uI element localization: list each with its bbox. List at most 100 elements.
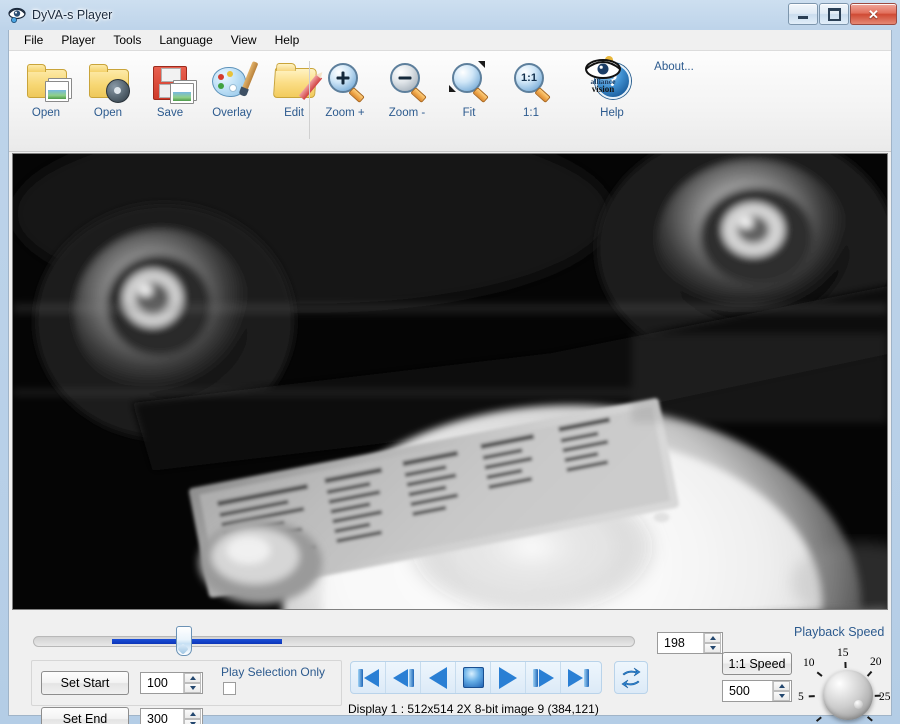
set-start-button[interactable]: Set Start <box>41 671 129 695</box>
play-button[interactable] <box>491 662 526 693</box>
step-forward-icon <box>532 668 554 687</box>
zoom-out-button[interactable]: Zoom - <box>376 57 438 129</box>
timeline-slider-thumb[interactable] <box>176 626 192 656</box>
image-viewport[interactable] <box>12 153 888 610</box>
current-frame-down-icon[interactable] <box>704 643 721 653</box>
knob-label-5: 5 <box>798 691 804 703</box>
play-selection-only-checkbox[interactable] <box>223 682 236 695</box>
start-frame-spinner[interactable]: 100 <box>140 672 203 694</box>
end-frame-spinner[interactable]: 300 <box>140 708 203 724</box>
current-frame-value[interactable]: 198 <box>658 636 703 650</box>
playback-speed-knob[interactable] <box>823 670 873 720</box>
svg-text:vision: vision <box>592 84 615 93</box>
start-frame-up-icon[interactable] <box>184 673 201 683</box>
knob-tick-15 <box>844 661 847 669</box>
start-frame-arrows[interactable] <box>183 673 201 693</box>
skip-to-start-button[interactable] <box>351 662 386 693</box>
toolbar: Open Open Save Overlay Edit Zoom + Zoom … <box>9 51 891 152</box>
menu-item-player[interactable]: Player <box>52 31 104 49</box>
loop-arrows-icon <box>621 667 641 688</box>
set-end-button[interactable]: Set End <box>41 707 129 724</box>
step-forward-button[interactable] <box>526 662 561 693</box>
knob-tick-1 <box>815 716 822 722</box>
knob-indicator <box>854 700 863 709</box>
magnifier-plus-icon <box>323 59 367 104</box>
stop-button[interactable] <box>456 662 491 693</box>
edit-label: Edit <box>284 107 304 119</box>
open-images-label: Open <box>31 107 61 119</box>
skip-forward-icon <box>568 668 589 687</box>
play-reverse-icon <box>429 666 447 689</box>
timeline-selection-range <box>112 639 282 644</box>
current-frame-arrows[interactable] <box>703 633 721 653</box>
open-images-button[interactable]: Open <box>15 57 77 129</box>
zoom-in-button[interactable]: Zoom + <box>314 57 376 129</box>
menu-item-help[interactable]: Help <box>266 31 309 49</box>
close-button[interactable]: ✕ <box>850 3 897 25</box>
maximize-button[interactable] <box>819 3 849 25</box>
open-movie-folder-icon <box>86 59 130 103</box>
paint-palette-icon <box>210 59 259 103</box>
toolbar-zoom-group: Zoom + Zoom - Fit 1:1 1:1 <box>314 51 562 151</box>
transport-controls <box>350 661 602 694</box>
knob-tick-5 <box>808 695 815 697</box>
overlay-label: Overlay <box>212 107 252 119</box>
knob-label-15: 15 <box>837 647 849 659</box>
current-frame-up-icon[interactable] <box>704 633 721 643</box>
displayed-frame-image <box>13 154 887 609</box>
overlay-button[interactable]: Overlay <box>201 57 263 129</box>
skip-to-end-button[interactable] <box>561 662 596 693</box>
knob-label-20: 20 <box>870 656 882 668</box>
one-to-one-button[interactable]: 1:1 1:1 <box>500 57 562 129</box>
save-button[interactable]: Save <box>139 57 201 129</box>
menu-bar: File Player Tools Language View Help <box>9 30 891 51</box>
help-label: Help <box>600 107 624 119</box>
knob-tick-20 <box>867 671 873 677</box>
loop-toggle-button[interactable] <box>614 661 648 694</box>
current-frame-spinner[interactable]: 198 <box>657 632 723 654</box>
menu-item-file[interactable]: File <box>15 31 52 49</box>
start-frame-down-icon[interactable] <box>184 683 201 693</box>
speed-value-spinner[interactable]: 500 <box>722 680 792 702</box>
open-movie-label: Open <box>93 107 123 119</box>
title-bar: DyVA-s Player ✕ <box>0 0 900 30</box>
speed-up-icon[interactable] <box>773 681 790 691</box>
knob-tick-10 <box>816 671 823 677</box>
start-frame-value[interactable]: 100 <box>141 676 183 690</box>
menu-item-view[interactable]: View <box>222 31 266 49</box>
toolbar-help-group: ? Help alliance vision About... <box>581 51 705 151</box>
menu-item-language[interactable]: Language <box>150 31 221 49</box>
alliance-vision-eye-logo: alliance vision <box>582 55 624 94</box>
fit-button[interactable]: Fit <box>438 57 500 129</box>
play-reverse-button[interactable] <box>421 662 456 693</box>
speed-value[interactable]: 500 <box>723 684 772 698</box>
speed-down-icon[interactable] <box>773 691 790 701</box>
knob-label-25: 25 <box>879 691 891 703</box>
maximize-icon <box>827 7 841 21</box>
one-to-one-speed-button[interactable]: 1:1 Speed <box>722 652 792 675</box>
zoom-in-label: Zoom + <box>325 107 365 119</box>
stop-icon <box>462 667 484 688</box>
speed-arrows[interactable] <box>772 681 790 701</box>
about-button[interactable]: alliance vision About... <box>585 56 705 129</box>
about-label: About... <box>654 61 694 73</box>
magnifier-fit-icon <box>447 59 491 104</box>
open-movie-button[interactable]: Open <box>77 57 139 129</box>
timeline-slider[interactable] <box>33 636 635 647</box>
application-window: DyVA-s Player ✕ File Player Tools Langua… <box>0 0 900 724</box>
minimize-button[interactable] <box>788 3 818 25</box>
app-icon <box>8 6 26 24</box>
end-frame-up-icon[interactable] <box>184 709 201 719</box>
play-icon <box>499 666 517 689</box>
magnifier-minus-icon <box>385 59 429 104</box>
close-icon: ✕ <box>868 6 879 22</box>
end-frame-value[interactable]: 300 <box>141 712 183 724</box>
play-selection-only-label: Play Selection Only <box>221 665 326 679</box>
end-frame-arrows[interactable] <box>183 709 201 724</box>
step-back-button[interactable] <box>386 662 421 693</box>
skip-back-icon <box>357 668 379 687</box>
end-frame-down-icon[interactable] <box>184 719 201 724</box>
menu-item-tools[interactable]: Tools <box>104 31 150 49</box>
zoom-out-label: Zoom - <box>388 107 426 119</box>
window-controls: ✕ <box>788 3 897 25</box>
